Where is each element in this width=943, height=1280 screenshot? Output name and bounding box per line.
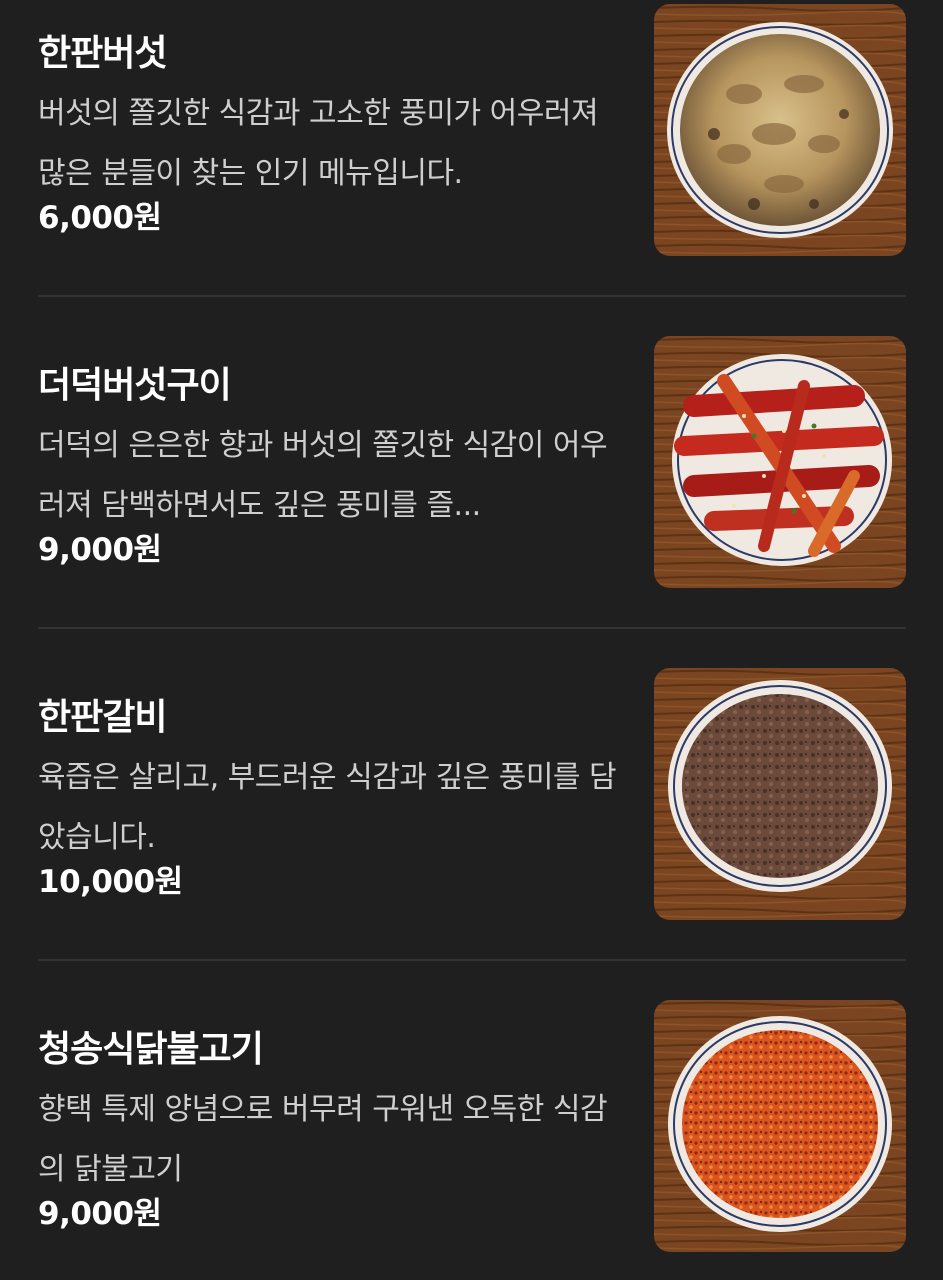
menu-list: 한판버섯 버섯의 쫄깃한 식감과 고소한 풍미가 어우러져 많은 분들이 찾는 … <box>0 0 943 1280</box>
menu-item-hanpan-galbi[interactable]: 한판갈비 육즙은 살리고, 부드러운 식감과 깊은 풍미를 담았습니다. 10,… <box>38 668 906 920</box>
mushroom-dish-photo <box>654 4 906 256</box>
menu-item-price: 10,000원 <box>38 864 183 900</box>
menu-item-description: 향택 특제 양념으로 버무려 구워낸 오독한 식감의 닭불고기 <box>38 1092 608 1187</box>
menu-item-cheongsong-dak-bulgogi[interactable]: 청송식닭불고기 향택 특제 양념으로 버무려 구워낸 오독한 식감의 닭불고기 … <box>38 1000 906 1252</box>
menu-item-description: 육즙은 살리고, 부드러운 식감과 깊은 풍미를 담았습니다. <box>38 760 617 855</box>
divider <box>38 959 906 961</box>
menu-item-title: 더덕버섯구이 <box>38 365 232 406</box>
menu-item-description: 더덕의 은은한 향과 버섯의 쫄깃한 식감이 어우러져 담백하면서도 깊은 풍미… <box>38 428 608 523</box>
menu-item-hanpan-beoseot[interactable]: 한판버섯 버섯의 쫄깃한 식감과 고소한 풍미가 어우러져 많은 분들이 찾는 … <box>38 4 906 256</box>
menu-item-price: 9,000원 <box>38 1196 162 1232</box>
deodeok-mushroom-dish-photo <box>654 336 906 588</box>
galbi-dish-photo <box>654 668 906 920</box>
menu-item-price: 6,000원 <box>38 200 162 236</box>
chicken-bulgogi-dish-photo <box>654 1000 906 1252</box>
menu-item-title: 한판버섯 <box>38 33 167 74</box>
menu-item-description: 버섯의 쫄깃한 식감과 고소한 풍미가 어우러져 많은 분들이 찾는 인기 메뉴… <box>38 96 599 191</box>
divider <box>38 627 906 629</box>
divider <box>38 295 906 297</box>
menu-item-title: 청송식닭불고기 <box>38 1029 264 1070</box>
menu-item-price: 9,000원 <box>38 532 162 568</box>
menu-item-deodeok-beoseot-gui[interactable]: 더덕버섯구이 더덕의 은은한 향과 버섯의 쫄깃한 식감이 어우러져 담백하면서… <box>38 336 906 588</box>
menu-item-title: 한판갈비 <box>38 697 167 738</box>
